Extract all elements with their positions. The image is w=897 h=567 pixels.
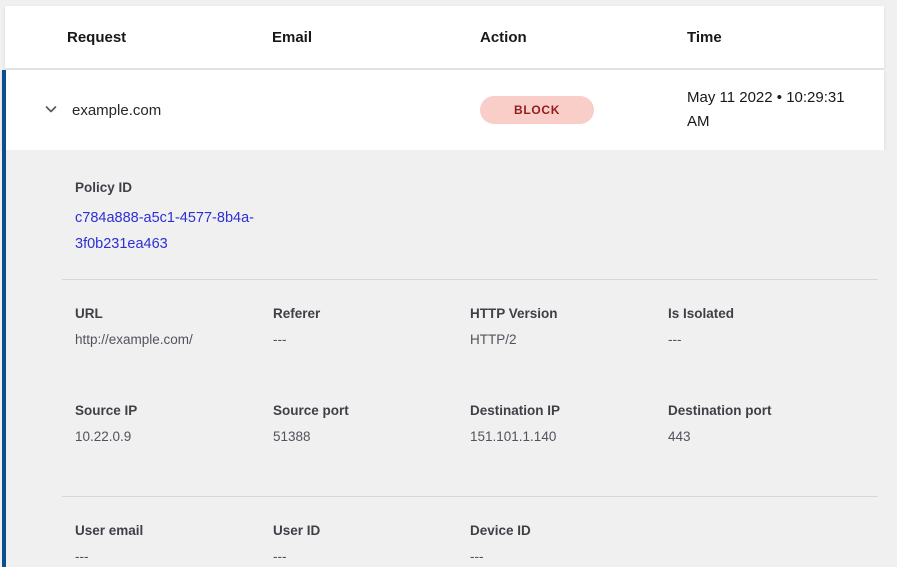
field-value: HTTP/2 xyxy=(470,332,668,347)
column-header-action: Action xyxy=(480,29,687,46)
field-label: Destination port xyxy=(668,403,897,418)
block-action-badge: BLOCK xyxy=(480,96,594,124)
field-value: 51388 xyxy=(273,429,470,444)
field-destination-port: Destination port 443 xyxy=(668,403,897,444)
field-label: User email xyxy=(75,523,273,538)
table-row[interactable]: example.com BLOCK May 11 2022 • 10:29:31… xyxy=(2,70,884,150)
collapse-row-button[interactable] xyxy=(42,101,60,119)
request-cell: example.com xyxy=(6,101,480,119)
policy-id-link[interactable]: c784a888-a5c1-4577-8b4a-3f0b231ea463 xyxy=(75,205,275,257)
field-label: URL xyxy=(75,306,273,321)
field-label: Device ID xyxy=(470,523,668,538)
field-user-email: User email --- xyxy=(75,523,273,564)
policy-id-field: Policy ID c784a888-a5c1-4577-8b4a-3f0b23… xyxy=(6,150,897,257)
field-value: http://example.com/ xyxy=(75,332,273,347)
policy-id-label: Policy ID xyxy=(75,180,897,195)
field-value: --- xyxy=(668,332,897,347)
request-value: example.com xyxy=(72,102,161,119)
field-value: 443 xyxy=(668,429,897,444)
field-value: --- xyxy=(75,549,273,564)
field-source-port: Source port 51388 xyxy=(273,403,470,444)
field-user-id: User ID --- xyxy=(273,523,470,564)
field-empty xyxy=(668,523,897,564)
field-label: HTTP Version xyxy=(470,306,668,321)
field-value: --- xyxy=(470,549,668,564)
row-detail-panel: Policy ID c784a888-a5c1-4577-8b4a-3f0b23… xyxy=(2,150,897,567)
column-header-time: Time xyxy=(687,29,884,46)
column-header-email: Email xyxy=(272,29,480,46)
field-device-id: Device ID --- xyxy=(470,523,668,564)
field-value: --- xyxy=(273,332,470,347)
column-header-request: Request xyxy=(67,29,272,46)
action-cell: BLOCK xyxy=(480,96,687,124)
field-value: --- xyxy=(273,549,470,564)
field-label: Referer xyxy=(273,306,470,321)
field-label: Destination IP xyxy=(470,403,668,418)
field-label: User ID xyxy=(273,523,470,538)
field-value: 151.101.1.140 xyxy=(470,429,668,444)
time-cell: May 11 2022 • 10:29:31 AM xyxy=(687,86,884,134)
log-detail-page: Request Email Action Time example.com BL… xyxy=(0,0,897,567)
field-http-version: HTTP Version HTTP/2 xyxy=(470,306,668,347)
field-referer: Referer --- xyxy=(273,306,470,347)
field-url: URL http://example.com/ xyxy=(75,306,273,347)
chevron-down-icon xyxy=(43,101,59,120)
detail-row-url: URL http://example.com/ Referer --- HTTP… xyxy=(6,280,897,377)
field-label: Source port xyxy=(273,403,470,418)
detail-row-network: Source IP 10.22.0.9 Source port 51388 De… xyxy=(6,377,897,474)
field-destination-ip: Destination IP 151.101.1.140 xyxy=(470,403,668,444)
field-value: 10.22.0.9 xyxy=(75,429,273,444)
field-label: Is Isolated xyxy=(668,306,897,321)
detail-row-user: User email --- User ID --- Device ID --- xyxy=(6,497,897,567)
table-header: Request Email Action Time xyxy=(5,6,884,68)
field-is-isolated: Is Isolated --- xyxy=(668,306,897,347)
field-label: Source IP xyxy=(75,403,273,418)
field-source-ip: Source IP 10.22.0.9 xyxy=(75,403,273,444)
